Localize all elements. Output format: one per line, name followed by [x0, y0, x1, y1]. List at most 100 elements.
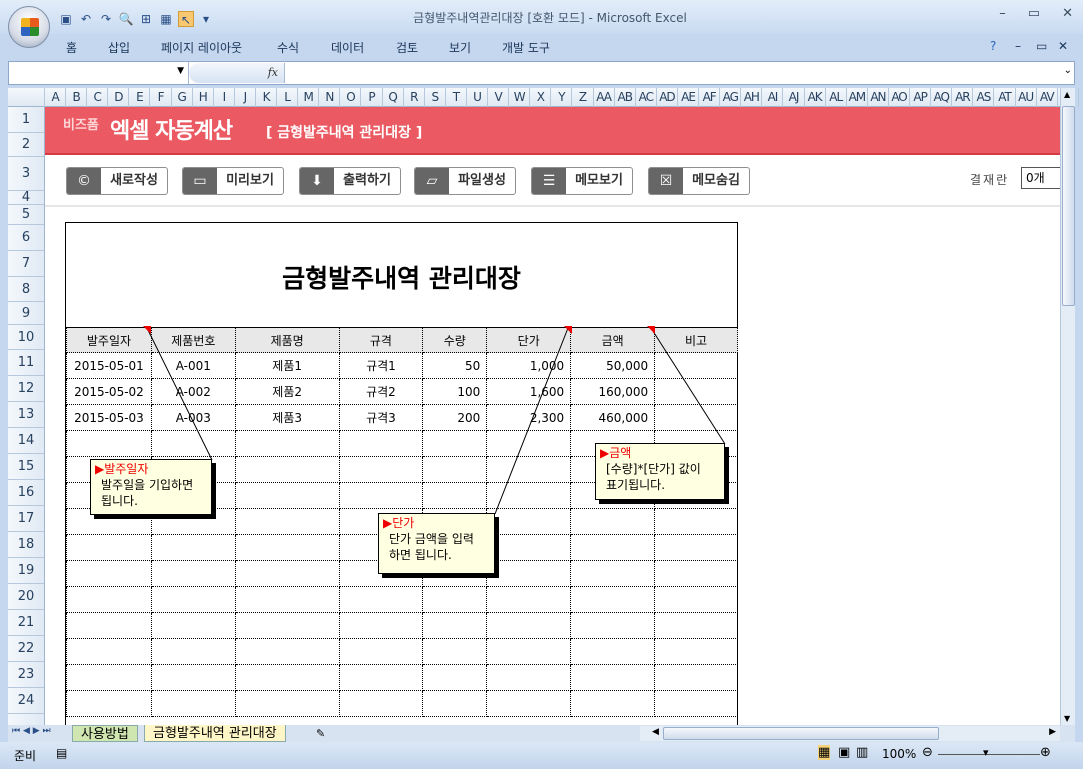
row-header[interactable]: 14: [8, 428, 44, 454]
column-header[interactable]: AN: [868, 88, 889, 107]
vertical-scrollbar[interactable]: ▲ ▼: [1060, 88, 1075, 725]
column-header[interactable]: X: [530, 88, 552, 107]
column-header[interactable]: AF: [699, 88, 721, 107]
row-header[interactable]: 17: [8, 506, 44, 532]
row-header[interactable]: 13: [8, 402, 44, 428]
column-header[interactable]: AT: [995, 88, 1016, 107]
zoom-out-icon[interactable]: ⊖: [922, 745, 933, 760]
column-header[interactable]: AI: [762, 88, 784, 107]
tab-formulas[interactable]: 수식: [277, 39, 299, 56]
column-header[interactable]: E: [129, 88, 151, 107]
column-header[interactable]: H: [193, 88, 214, 107]
row-header[interactable]: 22: [8, 636, 44, 662]
column-header[interactable]: B: [66, 88, 88, 107]
column-header[interactable]: A: [45, 88, 67, 107]
column-header[interactable]: F: [151, 88, 172, 107]
row-header[interactable]: 11: [8, 350, 44, 376]
horizontal-scroll-thumb[interactable]: [663, 727, 939, 740]
vertical-scroll-thumb[interactable]: [1062, 106, 1075, 306]
name-box-dropdown-icon[interactable]: ▼: [177, 66, 184, 76]
scroll-down-icon[interactable]: ▼: [1064, 714, 1070, 723]
column-header[interactable]: AQ: [931, 88, 953, 107]
column-header[interactable]: V: [488, 88, 510, 107]
column-header[interactable]: I: [214, 88, 235, 107]
column-header[interactable]: Y: [551, 88, 573, 107]
maximize-button[interactable]: ▭: [1028, 6, 1040, 21]
horizontal-scrollbar[interactable]: ◀ ▶: [640, 726, 1060, 741]
memo-unit-price[interactable]: ▶단가 단가 금액을 입력 하면 됩니다.: [378, 513, 495, 574]
print-preview-icon[interactable]: 🔍: [118, 11, 134, 27]
column-header[interactable]: M: [298, 88, 320, 107]
tab-view[interactable]: 보기: [449, 39, 471, 56]
row-header[interactable]: 15: [8, 454, 44, 480]
column-header[interactable]: AH: [741, 88, 763, 107]
save-icon[interactable]: ▣: [58, 11, 74, 27]
close-button[interactable]: ✕: [1062, 6, 1073, 21]
row-header[interactable]: 3: [8, 157, 44, 191]
column-header[interactable]: AC: [636, 88, 657, 107]
column-header[interactable]: AJ: [784, 88, 805, 107]
row-header[interactable]: 8: [8, 277, 44, 302]
select-all-button[interactable]: [8, 88, 45, 107]
column-header[interactable]: S: [425, 88, 446, 107]
customize-qat-icon[interactable]: ▾: [198, 11, 214, 27]
scroll-left-icon[interactable]: ◀: [652, 727, 659, 737]
column-header[interactable]: AR: [952, 88, 974, 107]
column-header[interactable]: AG: [720, 88, 742, 107]
worksheet[interactable]: 비즈폼 엑셀 자동계산 [ 금형발주내역 관리대장 ] © 새로작성 ▭ 미리보기 ⬇ 출…: [45, 107, 1060, 725]
page-layout-view-icon[interactable]: ▣: [838, 745, 850, 760]
undo-icon[interactable]: ↶: [78, 11, 94, 27]
column-header[interactable]: AP: [910, 88, 932, 107]
row-header[interactable]: 2: [8, 133, 44, 157]
column-header[interactable]: D: [108, 88, 130, 107]
tab-insert[interactable]: 삽입: [108, 39, 130, 56]
column-header[interactable]: AL: [826, 88, 847, 107]
column-header[interactable]: AM: [847, 88, 868, 107]
column-header[interactable]: U: [467, 88, 489, 107]
column-header[interactable]: P: [362, 88, 383, 107]
sheet-tab-usage[interactable]: 사용방법: [72, 725, 138, 742]
memo-amount[interactable]: ▶금액 [수량]*[단가] 값이 표기됩니다.: [595, 443, 725, 500]
column-header[interactable]: Z: [573, 88, 594, 107]
tab-data[interactable]: 데이터: [331, 39, 364, 56]
sheet-nav-icons[interactable]: ⏮ ◀ ▶ ⏭: [12, 726, 51, 736]
row-header[interactable]: 21: [8, 610, 44, 636]
column-header[interactable]: AD: [657, 88, 678, 107]
row-header[interactable]: 4: [8, 191, 44, 205]
row-header[interactable]: 6: [8, 225, 44, 251]
tab-review[interactable]: 검토: [396, 39, 418, 56]
memo-order-date[interactable]: ▶발주일자 발주일을 기입하면 됩니다.: [90, 459, 212, 515]
redo-icon[interactable]: ↷: [98, 11, 114, 27]
expand-formula-icon[interactable]: ⌄: [1064, 65, 1072, 76]
row-header[interactable]: 24: [8, 688, 44, 714]
column-header[interactable]: O: [340, 88, 362, 107]
column-header[interactable]: AV: [1037, 88, 1058, 107]
column-header[interactable]: L: [277, 88, 299, 107]
column-header[interactable]: AO: [889, 88, 911, 107]
insert-function-button[interactable]: fx: [189, 63, 285, 83]
column-header[interactable]: K: [256, 88, 278, 107]
row-header[interactable]: 20: [8, 584, 44, 610]
office-button[interactable]: [8, 6, 50, 48]
column-header[interactable]: J: [235, 88, 256, 107]
column-header[interactable]: AK: [805, 88, 826, 107]
macro-record-icon[interactable]: ▤: [56, 746, 67, 760]
row-header[interactable]: 23: [8, 662, 44, 688]
workbook-close-icon[interactable]: ✕: [1058, 39, 1068, 53]
row-header[interactable]: 10: [8, 325, 44, 350]
zoom-slider-thumb[interactable]: ▾: [983, 746, 989, 759]
row-header[interactable]: 19: [8, 558, 44, 584]
row-header[interactable]: 7: [8, 251, 44, 277]
column-header[interactable]: AS: [973, 88, 995, 107]
row-header[interactable]: 18: [8, 532, 44, 558]
workbook-restore-icon[interactable]: ▭: [1036, 39, 1047, 53]
row-header[interactable]: 1: [8, 107, 44, 133]
insert-sheet-icon[interactable]: ✎: [308, 725, 333, 742]
column-header[interactable]: AA: [594, 88, 615, 107]
column-header[interactable]: R: [404, 88, 425, 107]
column-header[interactable]: Q: [383, 88, 404, 107]
tab-developer[interactable]: 개발 도구: [502, 39, 550, 56]
column-header[interactable]: W: [509, 88, 531, 107]
workbook-minimize-icon[interactable]: –: [1015, 39, 1021, 53]
column-header[interactable]: AB: [615, 88, 636, 107]
